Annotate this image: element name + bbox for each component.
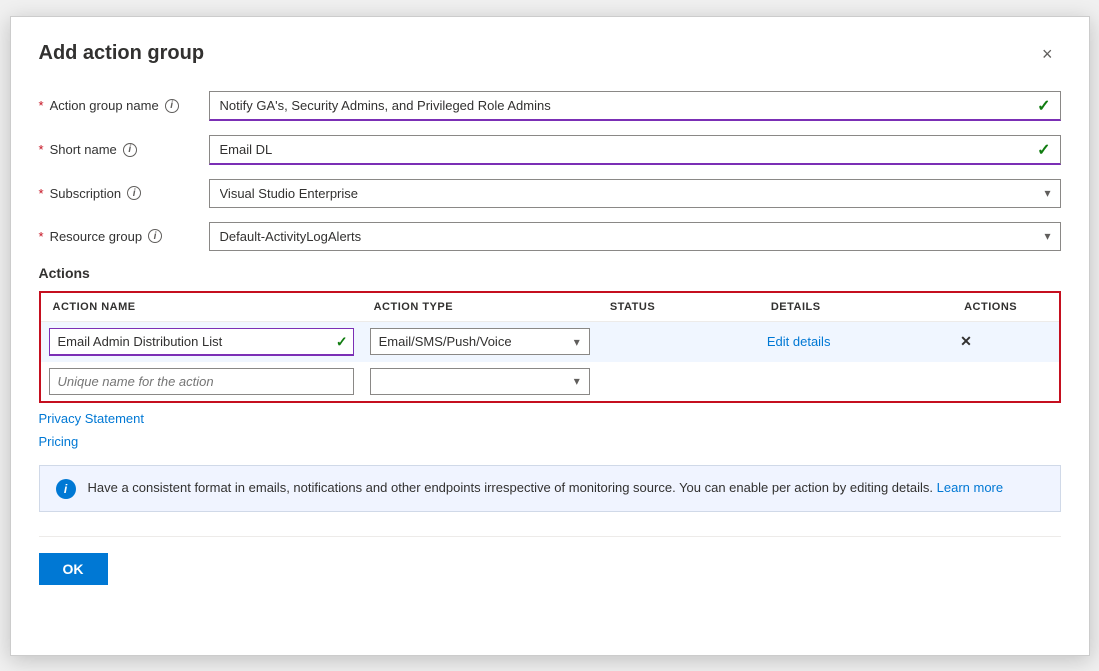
details-cell: Edit details <box>759 321 952 362</box>
short-name-info-icon[interactable]: i <box>123 143 137 157</box>
table-row: ✓ Email/SMS/Push/Voice ▾ Edit details <box>40 321 1060 362</box>
resource-group-row: * Resource group i Default-ActivityLogAl… <box>39 222 1061 251</box>
subscription-select[interactable]: Visual Studio Enterprise <box>209 179 1061 208</box>
pricing-row: Pricing <box>39 434 1061 449</box>
required-star-2: * <box>39 142 44 157</box>
action-name-input[interactable] <box>49 328 354 356</box>
privacy-statement-row: Privacy Statement <box>39 411 1061 426</box>
actions-section-title: Actions <box>39 265 1061 281</box>
subscription-select-wrapper: Visual Studio Enterprise ▾ <box>209 179 1061 208</box>
action-group-name-check-icon: ✓ <box>1037 96 1050 116</box>
required-star-4: * <box>39 229 44 244</box>
short-name-control: ✓ <box>209 135 1061 165</box>
col-header-action-type: ACTION TYPE <box>362 292 598 322</box>
col-header-action-name: ACTION NAME <box>40 292 362 322</box>
new-actions-cell <box>952 362 1059 402</box>
subscription-row: * Subscription i Visual Studio Enterpris… <box>39 179 1061 208</box>
action-name-check-icon: ✓ <box>336 333 348 350</box>
actions-table: ACTION NAME ACTION TYPE STATUS DETAILS A… <box>39 291 1061 403</box>
resource-group-select[interactable]: Default-ActivityLogAlerts <box>209 222 1061 251</box>
action-group-name-info-icon[interactable]: i <box>165 99 179 113</box>
add-action-group-dialog: Add action group × * Action group name i… <box>10 16 1090 656</box>
new-action-type-select[interactable] <box>370 368 590 395</box>
new-action-row: ▾ <box>40 362 1060 402</box>
delete-cell: ✕ <box>952 321 1059 362</box>
dialog-footer: OK <box>39 536 1061 585</box>
ok-button[interactable]: OK <box>39 553 108 585</box>
col-header-details: DETAILS <box>759 292 952 322</box>
col-header-actions: ACTIONS <box>952 292 1059 322</box>
status-cell <box>598 321 759 362</box>
new-action-type-select-wrapper: ▾ <box>370 368 590 395</box>
subscription-label: * Subscription i <box>39 186 209 201</box>
action-name-cell: ✓ <box>40 321 362 362</box>
action-group-name-input[interactable] <box>209 91 1061 121</box>
learn-more-link[interactable]: Learn more <box>937 480 1003 495</box>
close-button[interactable]: × <box>1034 41 1061 67</box>
short-name-check-icon: ✓ <box>1037 140 1050 160</box>
dialog-title: Add action group <box>39 42 205 65</box>
short-name-row: * Short name i ✓ <box>39 135 1061 165</box>
new-action-name-input[interactable] <box>49 368 354 395</box>
new-details-cell <box>759 362 952 402</box>
resource-group-label: * Resource group i <box>39 229 209 244</box>
delete-action-icon[interactable]: ✕ <box>960 333 972 349</box>
privacy-statement-link[interactable]: Privacy Statement <box>39 411 145 426</box>
required-star: * <box>39 98 44 113</box>
action-group-name-label: * Action group name i <box>39 98 209 113</box>
info-banner-icon: i <box>56 479 76 499</box>
new-status-cell <box>598 362 759 402</box>
info-banner: i Have a consistent format in emails, no… <box>39 465 1061 512</box>
action-type-select-wrapper: Email/SMS/Push/Voice ▾ <box>370 328 590 355</box>
action-group-name-control: ✓ <box>209 91 1061 121</box>
new-action-name-cell <box>40 362 362 402</box>
new-action-type-cell: ▾ <box>362 362 598 402</box>
action-group-name-row: * Action group name i ✓ <box>39 91 1061 121</box>
required-star-3: * <box>39 186 44 201</box>
short-name-label: * Short name i <box>39 142 209 157</box>
info-banner-text: Have a consistent format in emails, noti… <box>88 478 1004 498</box>
table-header-row: ACTION NAME ACTION TYPE STATUS DETAILS A… <box>40 292 1060 322</box>
dialog-header: Add action group × <box>39 41 1061 67</box>
resource-group-select-wrapper: Default-ActivityLogAlerts ▾ <box>209 222 1061 251</box>
subscription-info-icon[interactable]: i <box>127 186 141 200</box>
resource-group-info-icon[interactable]: i <box>148 229 162 243</box>
col-header-status: STATUS <box>598 292 759 322</box>
action-type-cell: Email/SMS/Push/Voice ▾ <box>362 321 598 362</box>
short-name-input[interactable] <box>209 135 1061 165</box>
edit-details-link[interactable]: Edit details <box>767 334 831 349</box>
action-type-select[interactable]: Email/SMS/Push/Voice <box>370 328 590 355</box>
pricing-link[interactable]: Pricing <box>39 434 79 449</box>
